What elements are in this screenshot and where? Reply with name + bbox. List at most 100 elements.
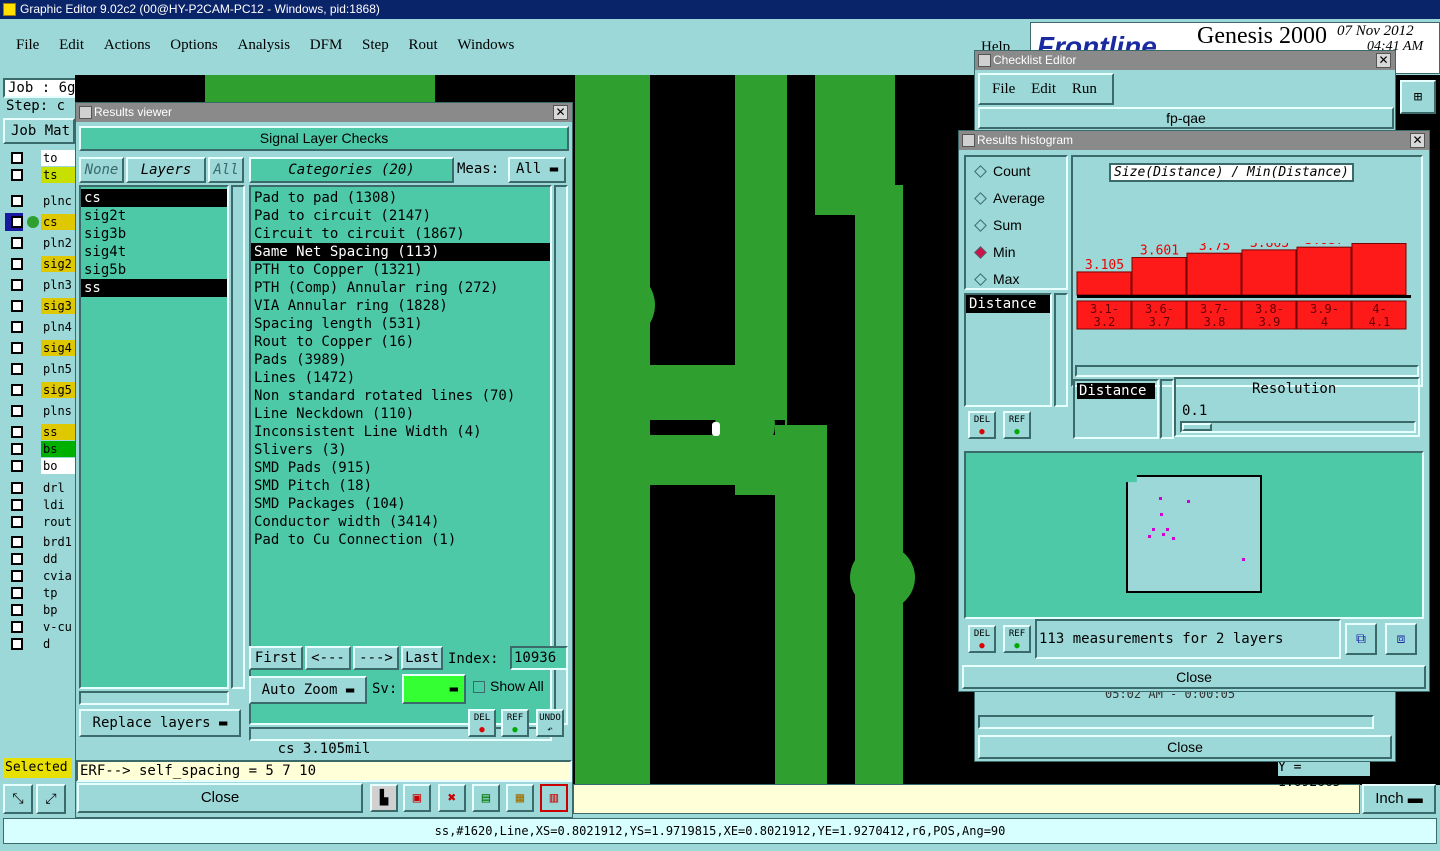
- layer-row[interactable]: pln4: [9, 319, 75, 335]
- list-item[interactable]: VIA Annular ring (1828): [251, 297, 550, 315]
- none-button[interactable]: None: [79, 157, 124, 183]
- radio-max[interactable]: Max: [972, 271, 1019, 287]
- layer-checkbox[interactable]: [11, 621, 23, 633]
- list-item[interactable]: Pad to pad (1308): [251, 189, 550, 207]
- menu-options[interactable]: Options: [170, 37, 218, 54]
- sv-color-select[interactable]: ▬: [402, 674, 466, 704]
- layer-row[interactable]: brd1: [9, 534, 75, 550]
- first-button[interactable]: First: [249, 646, 303, 670]
- layer-row[interactable]: bs: [9, 441, 75, 457]
- cross-icon[interactable]: ✖: [438, 784, 466, 812]
- layer-checkbox[interactable]: [11, 279, 23, 291]
- auto-zoom-select[interactable]: Auto Zoom ▬: [249, 676, 367, 704]
- categories-button[interactable]: Categories (20): [249, 157, 454, 183]
- list-item[interactable]: sig4t: [81, 243, 227, 261]
- layer-row[interactable]: cvia: [9, 568, 75, 584]
- menu-run[interactable]: Run: [1072, 81, 1097, 97]
- list-item[interactable]: Distance: [966, 295, 1050, 313]
- layer-checkbox[interactable]: [11, 321, 23, 333]
- layer-row[interactable]: sig4: [9, 340, 75, 356]
- histogram-bar[interactable]: [1076, 271, 1132, 296]
- radio-min[interactable]: Min: [972, 244, 1016, 260]
- measurement-marker[interactable]: [1152, 528, 1155, 531]
- list-item[interactable]: Slivers (3): [251, 441, 550, 459]
- measurement-marker[interactable]: [1187, 500, 1190, 503]
- list-item[interactable]: Spacing length (531): [251, 315, 550, 333]
- histogram-delete-button[interactable]: DEL ●: [968, 411, 996, 439]
- layer-checkbox[interactable]: [11, 300, 23, 312]
- layer-row[interactable]: ldi: [9, 497, 75, 513]
- radio-sum[interactable]: Sum: [972, 217, 1022, 233]
- layer-row[interactable]: pln5: [9, 361, 75, 377]
- layer-row[interactable]: plnc: [9, 193, 75, 209]
- menu-dfm[interactable]: DFM: [310, 37, 343, 54]
- layer-checkbox[interactable]: [11, 604, 23, 616]
- show-all-checkbox[interactable]: [473, 681, 485, 693]
- parameter-list[interactable]: Distance: [964, 293, 1052, 407]
- list-item[interactable]: sig5b: [81, 261, 227, 279]
- list-item[interactable]: Conductor width (3414): [251, 513, 550, 531]
- layer-row[interactable]: dd: [9, 551, 75, 567]
- layer-row[interactable]: rout: [9, 514, 75, 530]
- results-viewer-titlebar[interactable]: Results viewer ✕: [76, 103, 572, 122]
- close-icon[interactable]: ✕: [553, 105, 568, 120]
- list-item[interactable]: Pads (3989): [251, 351, 550, 369]
- category-list[interactable]: Pad to pad (1308) Pad to circuit (2147) …: [249, 185, 552, 725]
- layer-row[interactable]: d: [9, 636, 75, 652]
- layer-list-hscrollbar[interactable]: [79, 691, 229, 705]
- parameter-list-scrollbar[interactable]: [1054, 293, 1068, 407]
- layer-row[interactable]: to: [9, 150, 75, 166]
- zoom-icon-button[interactable]: ⤡: [3, 784, 33, 814]
- command-field[interactable]: [573, 784, 1360, 814]
- layer-checkbox[interactable]: [11, 216, 23, 228]
- radio-count[interactable]: Count: [972, 163, 1030, 179]
- layout-icon[interactable]: ⊞: [1400, 80, 1436, 114]
- layer-list-scrollbar[interactable]: [231, 185, 245, 689]
- list-item[interactable]: SMD Packages (104): [251, 495, 550, 513]
- undo-button[interactable]: UNDO ↶: [536, 709, 564, 737]
- layer-checkbox[interactable]: [11, 570, 23, 582]
- layer-checkbox[interactable]: [11, 384, 23, 396]
- menu-file[interactable]: File: [992, 81, 1015, 97]
- delete-button[interactable]: DEL ●: [468, 709, 496, 737]
- menu-file[interactable]: File: [16, 37, 39, 54]
- screen-icon[interactable]: ▣: [403, 784, 431, 812]
- layer-row[interactable]: v-cu: [9, 619, 75, 635]
- prev-button[interactable]: <---: [305, 646, 351, 670]
- measurement-marker[interactable]: [1148, 535, 1151, 538]
- layer-row[interactable]: bp: [9, 602, 75, 618]
- resolution-slider[interactable]: [1180, 421, 1416, 433]
- checklist-hscrollbar[interactable]: [978, 715, 1374, 729]
- histogram-bar[interactable]: [1351, 243, 1407, 296]
- menu-edit[interactable]: Edit: [1031, 81, 1056, 97]
- measurement-marker[interactable]: [1172, 537, 1175, 540]
- measure-icon-button[interactable]: ⤢: [36, 784, 66, 814]
- job-matrix-button[interactable]: Job Mat: [3, 118, 75, 144]
- list-item[interactable]: Same Net Spacing (113): [251, 243, 550, 261]
- list-item[interactable]: SMD Pitch (18): [251, 477, 550, 495]
- layer-list[interactable]: cs sig2t sig3b sig4t sig5b ss: [79, 185, 229, 689]
- layer-checkbox[interactable]: [11, 460, 23, 472]
- menu-windows[interactable]: Windows: [457, 37, 514, 54]
- measurement-marker[interactable]: [1162, 533, 1165, 536]
- histogram-bar[interactable]: [1241, 249, 1297, 296]
- layer-checkbox[interactable]: [11, 342, 23, 354]
- meas-select[interactable]: All ▬: [508, 157, 566, 183]
- menu-actions[interactable]: Actions: [104, 37, 151, 54]
- list-item[interactable]: SMD Pads (915): [251, 459, 550, 477]
- layer-checkbox[interactable]: [11, 258, 23, 270]
- layer-checkbox[interactable]: [11, 536, 23, 548]
- next-button[interactable]: --->: [353, 646, 399, 670]
- list-item[interactable]: Rout to Copper (16): [251, 333, 550, 351]
- distance-field-list[interactable]: Distance: [1073, 379, 1159, 439]
- measurement-marker[interactable]: [1166, 528, 1169, 531]
- measurement-marker[interactable]: [1159, 497, 1162, 500]
- index-input[interactable]: 10936: [510, 646, 568, 670]
- layer-checkbox[interactable]: [11, 587, 23, 599]
- histogram-bar[interactable]: [1131, 257, 1187, 296]
- checklist-titlebar[interactable]: Checklist Editor ✕: [975, 51, 1395, 70]
- list-item[interactable]: cs: [81, 189, 227, 207]
- list-item[interactable]: Circuit to circuit (1867): [251, 225, 550, 243]
- menu-analysis[interactable]: Analysis: [238, 37, 291, 54]
- radio-average[interactable]: Average: [972, 190, 1045, 206]
